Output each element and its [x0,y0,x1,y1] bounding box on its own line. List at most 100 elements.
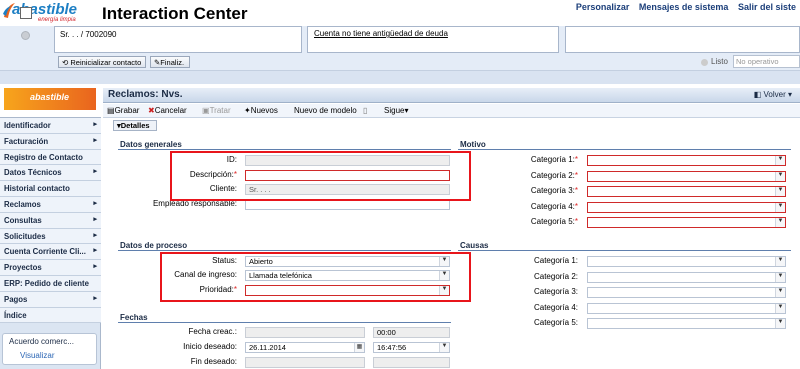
finalize-button[interactable]: ✎Finaliz. [150,56,190,68]
link-mensajes[interactable]: Mensajes de sistema [639,2,729,12]
required-marker: * [574,217,578,226]
category-label-text: Categoría 2: [533,271,578,281]
sidebar-item[interactable]: Datos Técnicos ▸ [0,165,101,182]
reinit-contact-button[interactable]: ⟲ Reinicializar contacto [58,56,146,68]
sidebar-item-label: Reclamos [4,199,41,209]
category-label: Categoría 3:* [460,186,578,195]
chevron-right-icon: ▸ [93,247,97,255]
acuerdo-title: Acuerdo comerc... [9,337,74,346]
chevron-down-icon[interactable]: ▼ [775,156,785,165]
copy-icon[interactable]: ▯ [363,106,367,115]
link-salir[interactable]: Salir del siste [738,2,796,12]
category-label-text: Categoría 5: [530,217,575,226]
section-divider [458,250,791,251]
sidebar-item[interactable]: Historial contacto [0,181,101,197]
details-label: Detalles [120,121,150,130]
sidebar-item[interactable]: Identificador ▸ [0,118,101,134]
start-time-input[interactable]: 16:47:56 ▼ [373,342,450,353]
ready-radio-icon[interactable] [701,59,708,66]
category-select[interactable]: ▼ [587,217,786,228]
category-select[interactable]: ▼ [587,318,786,329]
category-label: Categoría 4:* [460,202,578,211]
sidebar-item[interactable]: Facturación ▸ [0,133,101,150]
highlight-box-general [170,151,471,201]
category-select[interactable]: ▼ [587,186,786,197]
chevron-right-icon: ▸ [93,263,97,271]
category-label: Categoría 5:* [460,217,578,226]
section-divider [458,149,791,150]
creation-date-label: Fecha creac.: [188,327,237,336]
status-field[interactable]: No operativo [733,55,800,68]
sidebar-item[interactable]: Consultas ▸ [0,212,101,229]
chevron-right-icon: ▸ [93,294,97,302]
sidebar-item[interactable]: Índice [0,307,101,324]
sidebar-item[interactable]: Solicitudes ▸ [0,228,101,245]
sidebar-item[interactable]: Cuenta Corriente Cli... ▸ [0,244,101,261]
details-toggle[interactable]: ▾Detalles [113,120,157,131]
ready-label: Listo [711,57,728,66]
new-from-template-button[interactable]: Nuevo de modelo [294,106,357,115]
category-label-text: Categoría 5: [533,318,578,327]
sidebar-item[interactable]: ERP: Pedido de cliente [0,275,101,292]
category-label: Categoría 2: [460,272,578,281]
category-select[interactable]: ▼ [587,302,786,314]
sidebar-item[interactable]: Pagos ▸ [0,291,101,308]
creation-time-field: 00:00 [373,327,450,338]
sidebar-item-label: Historial contacto [4,184,70,194]
back-label: Volver [763,90,786,99]
category-select[interactable]: ▼ [587,201,786,213]
chevron-down-icon[interactable]: ▼ [775,187,785,196]
visualizar-link[interactable]: Visualizar [20,351,55,360]
acuerdo-panel: Acuerdo comerc... Visualizar [2,333,97,365]
section-divider [118,250,451,251]
category-label-text: Categoría 3: [530,186,575,195]
chevron-down-icon[interactable]: ▼ [775,319,785,328]
new-button[interactable]: ✦Nuevos [244,106,278,115]
save-button[interactable]: ▤Grabar [107,106,139,115]
link-personalizar[interactable]: Personalizar [576,2,630,12]
category-select[interactable]: ▼ [587,155,786,166]
document-icon[interactable] [20,7,32,19]
creation-date-field [245,327,365,338]
category-label-text: Categoría 4: [533,302,578,312]
new-icon: ✦ [244,106,251,115]
chevron-right-icon: ▸ [93,199,97,207]
chevron-down-icon[interactable]: ▼ [775,288,785,297]
chevron-down-icon[interactable]: ▼ [775,303,785,313]
sidebar-item[interactable]: Registro de Contacto [0,149,101,166]
sidebar-item-label: ERP: Pedido de cliente [4,278,89,288]
sidebar-item-label: Solicitudes [4,231,46,241]
chevron-down-icon[interactable]: ▼ [775,257,785,266]
category-select[interactable]: ▼ [587,271,786,283]
start-date-value: 26.11.2014 [249,343,286,352]
start-date-input[interactable]: 26.11.2014 ▦ [245,342,365,353]
process-icon: ▣ [202,106,210,115]
cancel-button[interactable]: ✖Cancelar [148,106,187,115]
process-button[interactable]: ▣Tratar [202,106,231,115]
chevron-right-icon: ▸ [93,168,97,176]
chevron-down-icon[interactable]: ▼ [775,272,785,282]
sidebar-item[interactable]: Reclamos ▸ [0,196,101,213]
required-marker: * [574,201,578,211]
calendar-icon[interactable]: ▦ [354,343,364,352]
chevron-right-icon: ▸ [93,121,97,128]
status-light-icon [21,31,30,40]
category-select[interactable]: ▼ [587,287,786,298]
app-title: Interaction Center [102,4,248,23]
debt-box: Cuenta no tiene antigüedad de deuda [307,26,559,53]
category-select[interactable]: ▼ [587,256,786,267]
category-select[interactable]: ▼ [587,170,786,182]
brand-tagline: energía limpia [38,17,76,23]
chevron-down-icon[interactable]: ▼ [775,202,785,212]
next-button[interactable]: Sigue▾ [384,106,408,115]
header-links: Personalizar Mensajes de sistema Salir d… [569,2,796,12]
chevron-down-icon[interactable]: ▼ [439,343,449,352]
chevron-down-icon[interactable]: ▼ [775,171,785,181]
back-button[interactable]: ◧ Volver ▾ [754,90,792,99]
chevron-down-icon[interactable]: ▼ [775,218,785,227]
sidebar-item-label: Datos Técnicos [4,168,62,178]
debt-note-link[interactable]: Cuenta no tiene antigüedad de deuda [314,29,448,38]
start-time-value: 16:47:56 [377,343,407,352]
sidebar-item[interactable]: Proyectos ▸ [0,260,101,276]
save-icon: ▤ [107,106,115,115]
